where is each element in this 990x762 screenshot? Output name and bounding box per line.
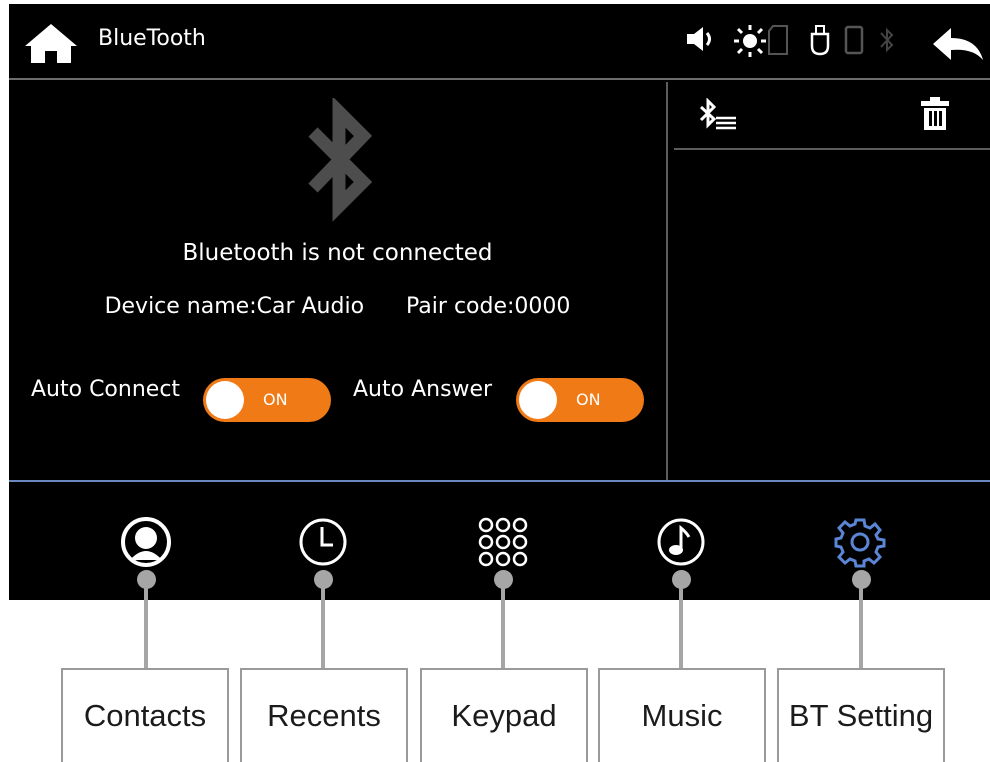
recents-icon[interactable] [297, 516, 349, 568]
trash-icon[interactable] [920, 96, 950, 132]
auto-answer-toggle[interactable]: ON [516, 378, 644, 422]
callout-line-contacts [144, 586, 148, 670]
page-title: BlueTooth [98, 26, 206, 51]
connection-status-text: Bluetooth is not connected [182, 240, 493, 266]
pair-code-label: Pair code:0000 [406, 294, 571, 319]
music-icon[interactable] [655, 516, 707, 568]
label-recents: Recents [240, 668, 408, 762]
toggle-state: ON [263, 390, 288, 409]
bluetooth-list-icon[interactable] [698, 98, 738, 132]
auto-answer-label: Auto Answer [353, 377, 493, 402]
label-contacts: Contacts [61, 668, 229, 762]
callout-line-bt-setting [859, 586, 863, 670]
toggle-state: ON [576, 390, 601, 409]
paired-devices-toolbar [674, 84, 990, 150]
callout-line-recents [321, 586, 325, 670]
label-keypad: Keypad [420, 668, 588, 762]
home-icon[interactable] [23, 22, 79, 64]
panel-divider [666, 82, 668, 480]
device-name-label: Device name:Car Audio [104, 294, 365, 319]
auto-connect-label: Auto Connect [31, 377, 181, 402]
nav-divider [9, 480, 990, 482]
callout-line-music [679, 586, 683, 670]
device-info: Device name:Car Audio Pair code:0000 [9, 294, 666, 319]
contacts-icon[interactable] [120, 516, 172, 568]
keypad-icon[interactable] [477, 516, 529, 568]
brightness-icon[interactable] [733, 24, 767, 58]
volume-icon[interactable] [685, 24, 719, 54]
top-bar: BlueTooth [9, 4, 990, 80]
sd-card-icon [768, 25, 788, 55]
label-bt-setting: BT Setting [777, 668, 945, 762]
gear-icon[interactable] [834, 516, 886, 568]
usb-icon [810, 25, 830, 56]
phone-icon [844, 25, 864, 55]
back-arrow-icon[interactable] [931, 26, 985, 62]
auto-connect-toggle[interactable]: ON [203, 378, 331, 422]
head-unit-screen: BlueTooth Bluetooth is not connected Dev… [9, 4, 990, 600]
callout-line-keypad [501, 586, 505, 670]
toggle-knob [519, 381, 557, 419]
bluetooth-status-icon [880, 27, 894, 53]
label-music: Music [598, 668, 766, 762]
bluetooth-icon [308, 98, 373, 222]
toggle-knob [206, 381, 244, 419]
